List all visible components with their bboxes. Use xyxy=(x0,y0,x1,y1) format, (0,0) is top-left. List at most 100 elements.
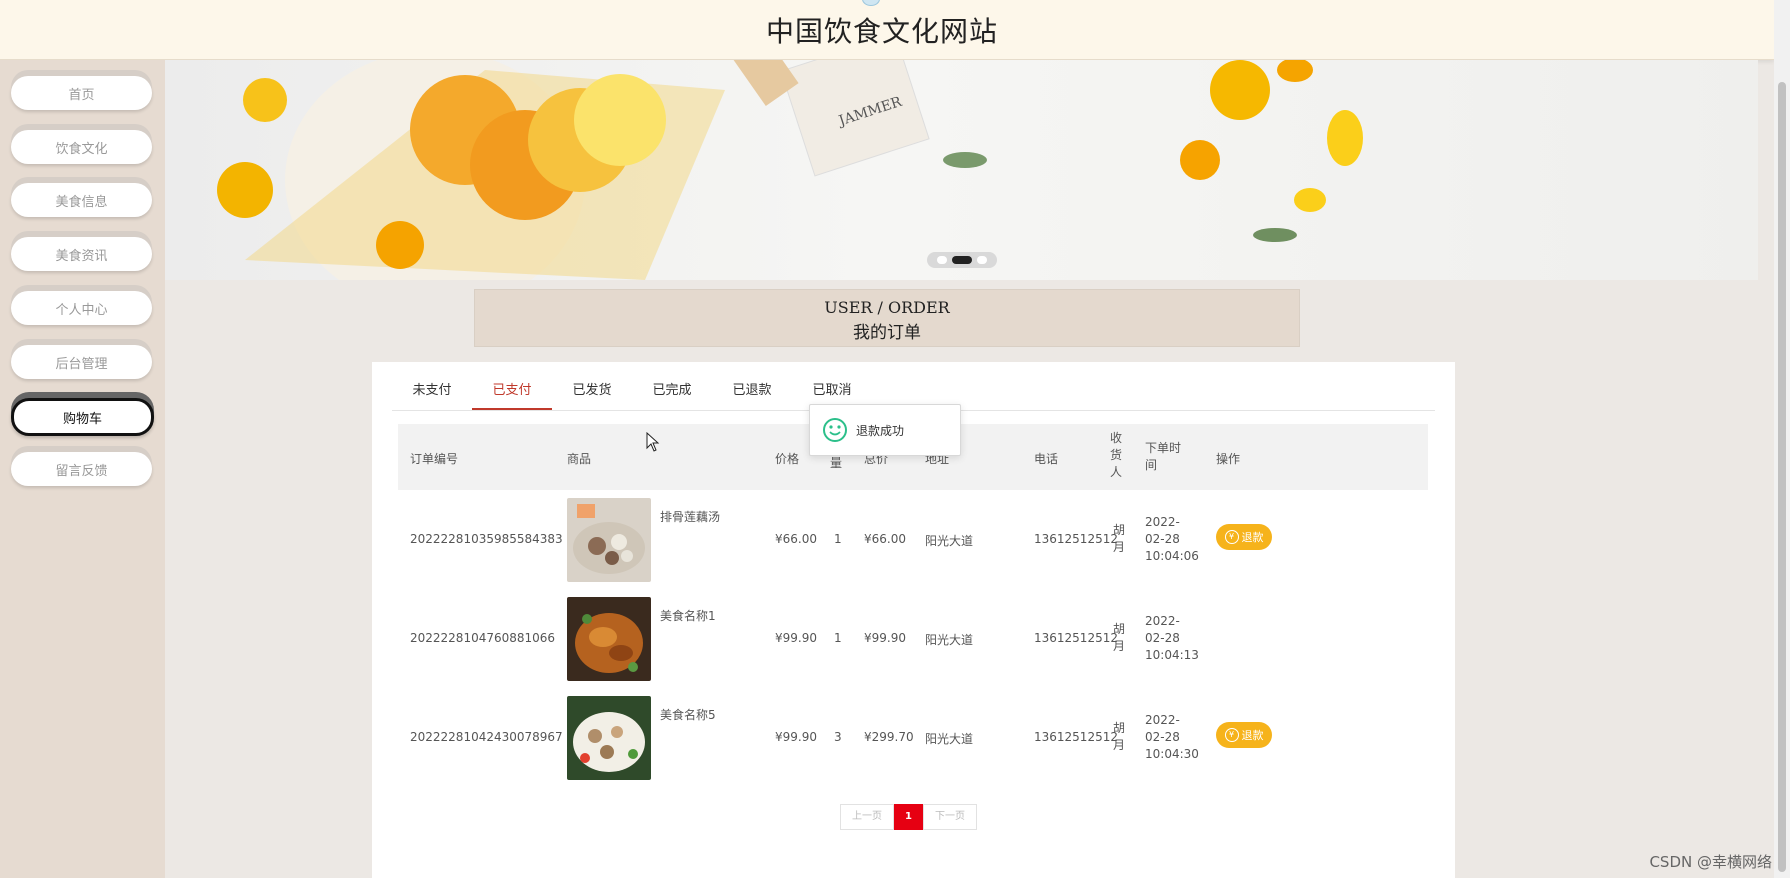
scrollbar-thumb[interactable] xyxy=(1778,82,1786,872)
sidebar-item-admin[interactable]: 后台管理 xyxy=(11,345,152,379)
order-receiver: 胡 月 xyxy=(1113,720,1125,754)
toast-text: 退款成功 xyxy=(856,423,905,438)
refund-label: 退款 xyxy=(1241,531,1264,544)
sidebar-nav: 首页 饮食文化 美食信息 美食资讯 个人中心 后台管理 购物车 留言反馈 xyxy=(0,60,165,878)
receiver-line2: 月 xyxy=(1113,540,1126,554)
order-address: 阳光大道 xyxy=(925,732,974,746)
time-line3: 10:04:06 xyxy=(1145,549,1199,563)
order-number: 20222281042430078967 xyxy=(410,730,563,744)
prev-page-button[interactable]: 上一页 xyxy=(840,804,894,830)
soup-image-icon xyxy=(567,498,651,582)
watermark-text: CSDN @幸横网络 xyxy=(1649,853,1772,871)
product-name[interactable]: 美食名称1 xyxy=(660,607,716,624)
tab-paid[interactable]: 已支付 xyxy=(472,376,552,410)
petal-shape xyxy=(1294,188,1326,212)
sidebar-item-feedback[interactable]: 留言反馈 xyxy=(11,452,152,486)
carousel-dot[interactable] xyxy=(937,256,947,264)
tomato-shape xyxy=(243,78,287,122)
yen-icon: ¥ xyxy=(1224,530,1239,544)
sidebar-item-food-culture[interactable]: 饮食文化 xyxy=(11,130,152,164)
mouse-cursor-icon xyxy=(646,432,660,452)
refund-label: 退款 xyxy=(1241,729,1264,742)
sidebar-item-food-info[interactable]: 美食信息 xyxy=(11,183,152,217)
leaf-shape xyxy=(1253,228,1297,242)
col-time-line2: 间 xyxy=(1145,458,1158,472)
order-phone: 13612512512 xyxy=(1034,730,1118,744)
col-receiver-line2: 货 xyxy=(1110,448,1123,462)
order-total: ¥66.00 xyxy=(864,532,906,546)
tomato-shape xyxy=(376,221,424,269)
banner-image: JAMMER xyxy=(217,60,1363,280)
time-line1: 2022- xyxy=(1145,614,1180,628)
time-line3: 10:04:13 xyxy=(1145,648,1199,662)
receiver-line1: 胡 xyxy=(1113,721,1126,735)
order-receiver: 胡 月 xyxy=(1113,621,1125,655)
product-name[interactable]: 美食名称5 xyxy=(660,706,716,723)
lemon-slice xyxy=(574,74,666,166)
tomato-shape xyxy=(1180,140,1220,180)
tomato-shape xyxy=(217,162,273,218)
col-price: 价格 xyxy=(775,452,800,466)
mushroom-dish-image-icon xyxy=(567,696,651,780)
time-line1: 2022- xyxy=(1145,515,1180,529)
time-line3: 10:04:30 xyxy=(1145,747,1199,761)
sidebar-item-cart[interactable]: 购物车 xyxy=(11,398,154,436)
tab-unpaid[interactable]: 未支付 xyxy=(392,376,472,408)
product-name[interactable]: 排骨莲藕汤 xyxy=(660,508,720,525)
product-price: ¥99.90 xyxy=(775,730,817,744)
order-total: ¥299.70 xyxy=(864,730,914,744)
product-image[interactable] xyxy=(567,498,651,582)
col-qty-line2: 量 xyxy=(830,456,843,470)
product-qty: 3 xyxy=(834,730,842,744)
col-action: 操作 xyxy=(1216,452,1241,466)
page-heading: USER / ORDER 我的订单 xyxy=(474,289,1300,347)
col-receiver-line3: 人 xyxy=(1110,465,1123,479)
roast-chicken-image-icon xyxy=(567,597,651,681)
product-image[interactable] xyxy=(567,597,651,681)
product-price: ¥66.00 xyxy=(775,532,817,546)
order-time: 2022- 02-28 10:04:06 xyxy=(1145,514,1199,565)
order-receiver: 胡 月 xyxy=(1113,522,1125,556)
banner-carousel[interactable]: JAMMER xyxy=(165,60,1758,280)
product-price: ¥99.90 xyxy=(775,631,817,645)
col-product: 商品 xyxy=(567,452,592,466)
site-title: 中国饮食文化网站 xyxy=(765,14,998,48)
petal-shape xyxy=(1277,60,1313,82)
tab-shipped[interactable]: 已发货 xyxy=(552,376,632,408)
carousel-dot[interactable] xyxy=(977,256,987,264)
sidebar-item-home[interactable]: 首页 xyxy=(11,76,152,110)
page-number-current[interactable]: 1 xyxy=(894,804,923,830)
time-line1: 2022- xyxy=(1145,713,1180,727)
sidebar-item-profile[interactable]: 个人中心 xyxy=(11,291,152,325)
smile-icon xyxy=(823,418,847,442)
page-scrollbar[interactable] xyxy=(1774,0,1790,878)
toast-message: 退款成功 xyxy=(809,404,961,456)
refund-button[interactable]: ¥ 退款 xyxy=(1216,722,1272,748)
table-row: 20222281042430078967 美食名称5 ¥99.90 3 ¥299… xyxy=(398,694,1428,793)
tab-refunded[interactable]: 已退款 xyxy=(712,376,792,408)
order-number: 20222281035985584383 xyxy=(410,532,563,546)
col-receiver-line1: 收 xyxy=(1110,431,1123,445)
petal-shape xyxy=(1327,110,1363,166)
receiver-line2: 月 xyxy=(1113,738,1126,752)
product-qty: 1 xyxy=(834,631,842,645)
col-receiver: 收 货 人 xyxy=(1110,430,1122,481)
sidebar-item-food-news[interactable]: 美食资讯 xyxy=(11,237,152,271)
yen-icon: ¥ xyxy=(1224,728,1239,742)
pagination: 上一页 1 下一页 xyxy=(840,804,977,830)
product-image[interactable] xyxy=(567,696,651,780)
order-phone: 13612512512 xyxy=(1034,631,1118,645)
receiver-line1: 胡 xyxy=(1113,622,1126,636)
receiver-line1: 胡 xyxy=(1113,523,1126,537)
table-row: 20222281035985584383 排骨莲藕汤 ¥66.00 1 ¥66.… xyxy=(398,496,1428,595)
wooden-handle xyxy=(731,60,799,107)
refund-button[interactable]: ¥ 退款 xyxy=(1216,524,1272,550)
carousel-dot-active[interactable] xyxy=(952,256,972,264)
page-heading-zh: 我的订单 xyxy=(853,323,921,343)
order-address: 阳光大道 xyxy=(925,534,974,548)
time-line2: 02-28 xyxy=(1145,730,1180,744)
page-heading-en: USER / ORDER xyxy=(824,298,950,317)
tab-completed[interactable]: 已完成 xyxy=(632,376,712,408)
next-page-button[interactable]: 下一页 xyxy=(922,804,977,830)
col-order-time: 下单时 间 xyxy=(1145,440,1181,474)
